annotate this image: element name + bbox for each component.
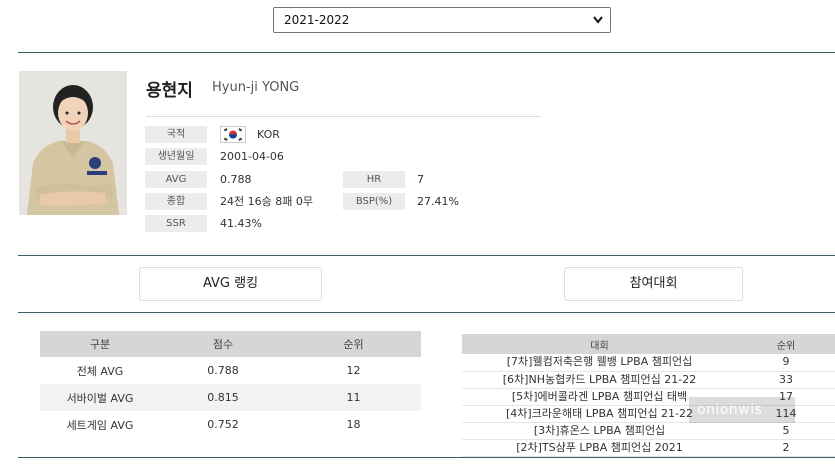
header-rank: 순위 — [737, 334, 835, 354]
korea-flag-icon — [220, 126, 246, 143]
table-header-row: 구분 점수 순위 — [40, 331, 421, 357]
tournament-rank: 9 — [737, 354, 835, 372]
birth-value: 2001-04-06 — [220, 150, 284, 163]
divider-lower — [18, 312, 835, 313]
table-row[interactable]: [7차]웰컴저축은행 웰뱅 LPBA 챔피언십 9 — [462, 354, 835, 372]
tournament-table: 대회 순위 [7차]웰컴저축은행 웰뱅 LPBA 챔피언십 9 [6차]NH농협… — [462, 334, 835, 457]
row-score: 0.815 — [160, 384, 286, 411]
avg-label: AVG — [145, 171, 207, 188]
row-category: 세트게임 AVG — [66, 418, 134, 432]
table-row: 세트게임 AVG 0.752 18 — [40, 411, 421, 438]
bsp-value: 27.41% — [417, 195, 459, 208]
row-score: 0.752 — [207, 418, 239, 431]
header-score: 점수 — [160, 331, 286, 357]
table-row: 전체 AVG 0.788 12 — [40, 357, 421, 384]
chevron-down-icon — [593, 16, 603, 24]
tournament-name[interactable]: [3차]휴온스 LPBA 챔피언십 — [462, 422, 737, 440]
nationality-label: 국적 — [145, 126, 207, 143]
hr-label: HR — [343, 171, 405, 188]
header-rank: 순위 — [286, 331, 421, 357]
row-category: 서바이벌 AVG — [40, 384, 160, 411]
table-row[interactable]: [3차]휴온스 LPBA 챔피언십 5 — [462, 422, 835, 440]
avg-value: 0.788 — [220, 173, 252, 186]
row-score: 0.788 — [207, 364, 239, 377]
tournaments-button[interactable]: 참여대회 — [564, 267, 743, 301]
ssr-label: SSR — [145, 215, 207, 232]
row-rank: 18 — [346, 418, 361, 431]
player-photo — [19, 71, 127, 215]
nationality-value: KOR — [257, 128, 280, 141]
tournament-rank: 33 — [737, 371, 835, 389]
bsp-label: BSP(%) — [343, 193, 405, 210]
player-name-english: Hyun-ji YONG — [212, 80, 300, 95]
table-row[interactable]: [6차]NH농협카드 LPBA 챔피언십 21-22 33 — [462, 371, 835, 389]
divider-middle — [18, 255, 835, 256]
table-row[interactable]: [2차]TS샴푸 LPBA 챔피언십 2021 2 — [462, 439, 835, 457]
ssr-value: 41.43% — [220, 217, 262, 230]
tournament-name[interactable]: [6차]NH농협카드 LPBA 챔피언십 21-22 — [462, 371, 737, 389]
season-select-value: 2021-2022 — [284, 13, 350, 27]
name-divider — [146, 116, 541, 117]
avg-ranking-table: 구분 점수 순위 전체 AVG 0.788 12 서바이벌 AVG 0.815 … — [40, 331, 421, 438]
divider-bottom — [18, 457, 835, 458]
row-rank: 12 — [346, 364, 361, 377]
season-select[interactable]: 2021-2022 — [273, 7, 611, 33]
table-header-row: 대회 순위 — [462, 334, 835, 354]
tournament-name[interactable]: [2차]TS샴푸 LPBA 챔피언십 2021 — [462, 439, 737, 457]
tournament-rank: 2 — [737, 439, 835, 457]
watermark-logo: onionwis — [689, 397, 795, 423]
birth-label: 생년월일 — [145, 148, 207, 165]
header-tournament: 대회 — [462, 334, 737, 354]
row-rank: 11 — [286, 384, 421, 411]
tournament-name[interactable]: [7차]웰컴저축은행 웰뱅 LPBA 챔피언십 — [462, 354, 737, 372]
divider-top — [18, 52, 835, 53]
player-name-korean: 용현지 — [146, 81, 193, 101]
table-row: 서바이벌 AVG 0.815 11 — [40, 384, 421, 411]
overall-value: 24전 16승 8패 0무 — [220, 195, 313, 208]
avg-ranking-button[interactable]: AVG 랭킹 — [139, 267, 322, 301]
header-category: 구분 — [40, 331, 160, 357]
tournament-rank: 5 — [737, 422, 835, 440]
hr-value: 7 — [417, 173, 424, 186]
overall-label: 종합 — [145, 193, 207, 210]
player-portrait-image — [19, 71, 127, 215]
row-category: 전체 AVG — [76, 364, 124, 378]
